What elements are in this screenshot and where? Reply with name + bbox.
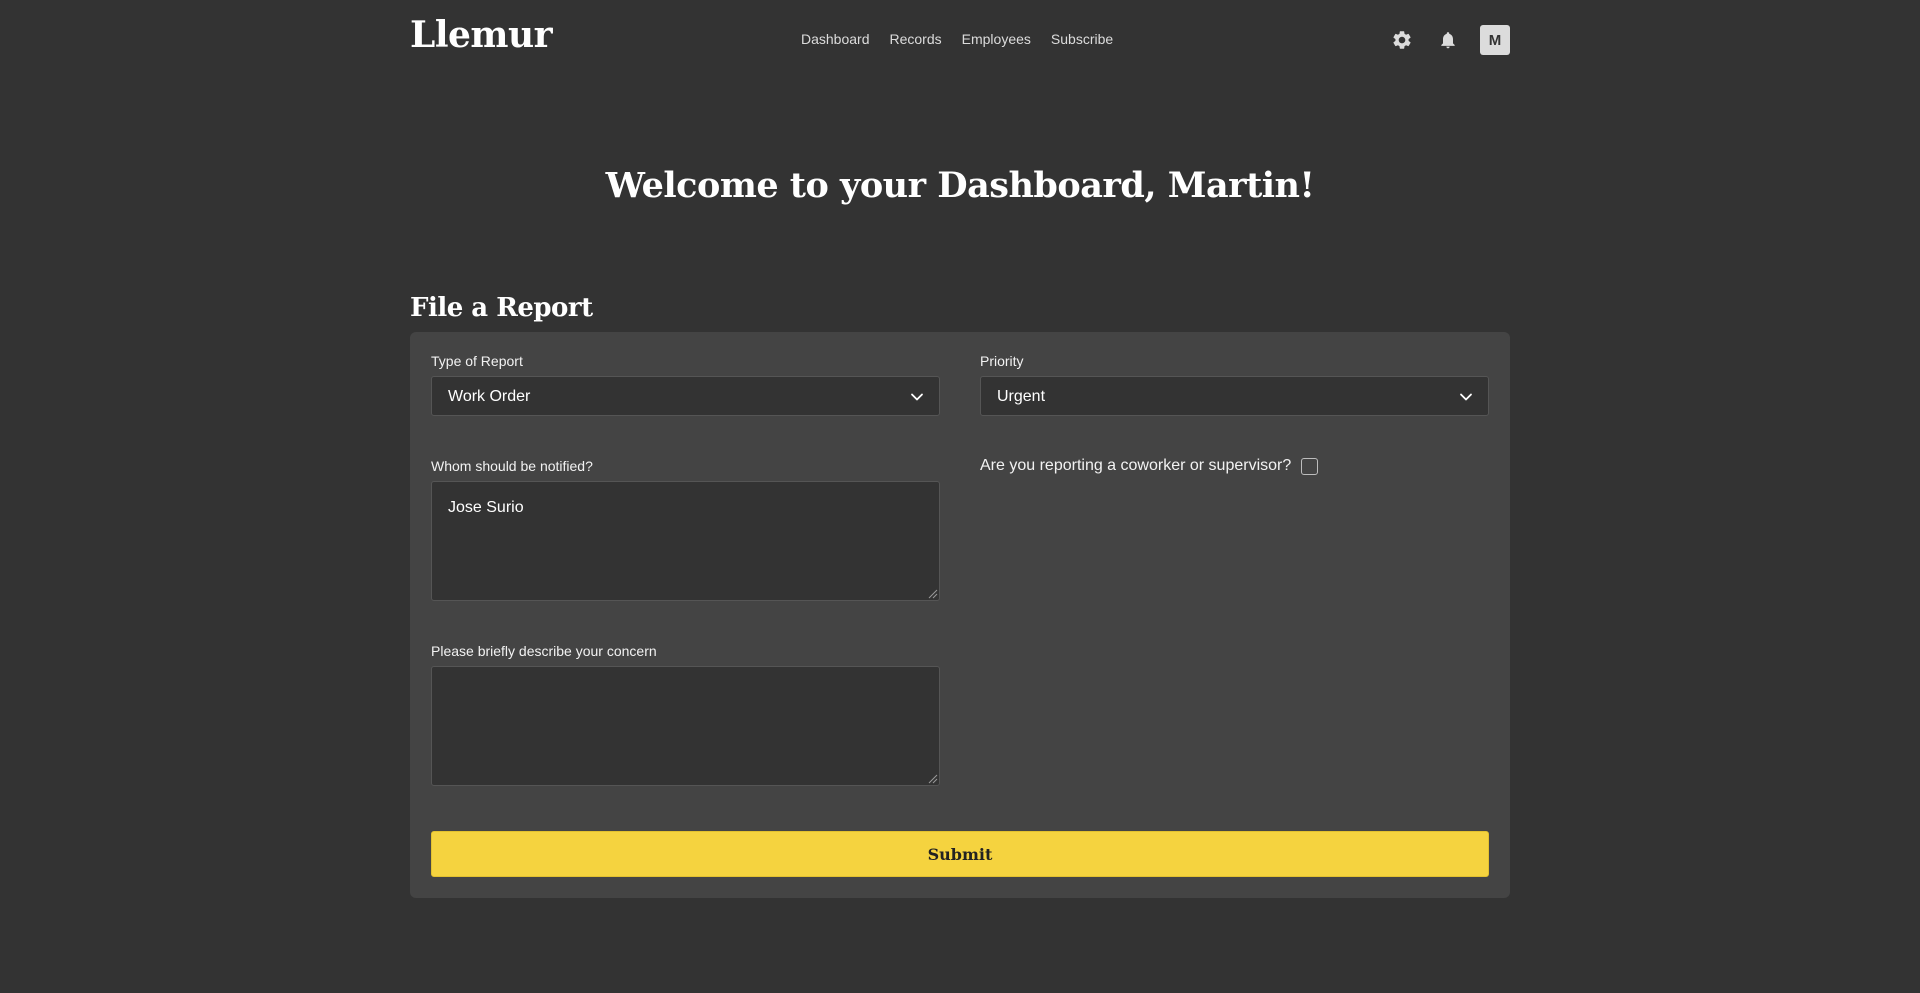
concern-field: Please briefly describe your concern (431, 643, 940, 786)
report-section-title: File a Report (410, 293, 593, 323)
nav-subscribe[interactable]: Subscribe (1051, 31, 1113, 47)
notify-textarea-value: Jose Surio (448, 499, 524, 516)
chevron-down-icon (1460, 393, 1472, 401)
coworker-row: Are you reporting a coworker or supervis… (980, 457, 1319, 475)
type-label: Type of Report (431, 353, 523, 369)
notify-label: Whom should be notified? (431, 458, 593, 474)
page-container: Llemur Dashboard Records Employees Subsc… (410, 0, 1510, 898)
priority-label: Priority (980, 353, 1024, 369)
chevron-down-icon (911, 393, 923, 401)
top-header: Llemur Dashboard Records Employees Subsc… (410, 0, 1510, 80)
coworker-label: Are you reporting a coworker or supervis… (980, 457, 1292, 474)
page-title: Welcome to your Dashboard, Martin! (605, 165, 1315, 206)
nav-records[interactable]: Records (890, 31, 942, 47)
gear-icon[interactable] (1388, 26, 1416, 54)
concern-textarea[interactable] (431, 666, 940, 786)
submit-button[interactable]: Submit (431, 831, 1489, 877)
resize-grip-icon[interactable] (928, 589, 938, 599)
priority-select-value: Urgent (997, 388, 1046, 405)
priority-field: Priority Urgent (980, 353, 1489, 416)
report-form: Type of Report Work Order Priority Urgen… (410, 332, 1510, 898)
priority-select[interactable]: Urgent (980, 376, 1489, 416)
type-select[interactable]: Work Order (431, 376, 940, 416)
type-select-value: Work Order (448, 388, 531, 405)
type-field: Type of Report Work Order (431, 353, 940, 416)
bell-icon[interactable] (1434, 26, 1462, 54)
notify-textarea[interactable]: Jose Surio (431, 481, 940, 601)
coworker-checkbox[interactable] (1301, 457, 1319, 475)
nav-dashboard[interactable]: Dashboard (801, 31, 870, 47)
brand-logo[interactable]: Llemur (410, 14, 553, 56)
avatar[interactable]: M (1480, 25, 1510, 55)
main-nav: Dashboard Records Employees Subscribe (801, 31, 1113, 47)
resize-grip-icon[interactable] (928, 774, 938, 784)
header-actions: M (1388, 25, 1510, 55)
nav-employees[interactable]: Employees (962, 31, 1031, 47)
notify-field: Whom should be notified? Jose Surio (431, 458, 940, 601)
concern-label: Please briefly describe your concern (431, 643, 657, 659)
